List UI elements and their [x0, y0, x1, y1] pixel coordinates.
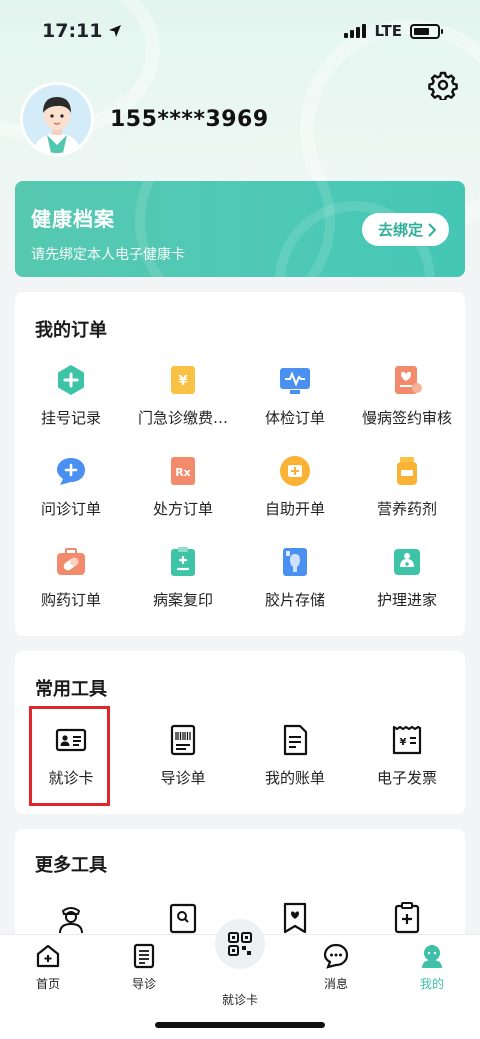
svg-text:¥: ¥: [400, 737, 407, 748]
order-item-register[interactable]: 挂号记录: [15, 363, 127, 428]
tab-messages[interactable]: 消息: [288, 943, 384, 992]
tools-title: 常用工具: [35, 679, 107, 700]
signal-icon: [344, 24, 367, 38]
chronic-icon: [390, 363, 424, 397]
tab-label: 就诊卡: [221, 993, 258, 1007]
item-label: 电子发票: [376, 769, 437, 787]
item-label: 病案复印: [152, 591, 213, 609]
svg-text:Rx: Rx: [175, 466, 191, 479]
more-tool-item-nurse[interactable]: [15, 901, 127, 935]
highlight-box: [29, 706, 110, 806]
order-item-payment[interactable]: ¥ 门急诊缴费…: [127, 363, 239, 428]
order-item-chronic[interactable]: 慢病签约审核: [351, 363, 463, 428]
order-item-nutrition[interactable]: 营养药剂: [351, 454, 463, 519]
payment-icon: ¥: [166, 363, 200, 397]
orders-title: 我的订单: [35, 320, 107, 341]
order-item-home-care[interactable]: 护理进家: [351, 545, 463, 610]
qr-scan-button[interactable]: [215, 919, 265, 969]
order-item-record-copy[interactable]: 病案复印: [127, 545, 239, 610]
svg-text:¥: ¥: [178, 374, 187, 389]
bind-button-label: 去绑定: [377, 221, 423, 239]
item-label: 护理进家: [376, 591, 437, 609]
bill-icon: [278, 723, 312, 757]
home-icon: [36, 944, 60, 968]
item-label: 胶片存储: [264, 591, 325, 609]
nutrition-icon: [390, 454, 424, 488]
prescription-icon: Rx: [166, 454, 200, 488]
bookmark-heart-icon: [278, 901, 312, 935]
tab-label: 消息: [323, 977, 348, 991]
tab-label: 我的: [419, 977, 444, 991]
item-label: 营养药剂: [376, 500, 437, 518]
order-item-prescription[interactable]: Rx 处方订单: [127, 454, 239, 519]
more-tool-item-clipboard[interactable]: [351, 901, 463, 935]
order-item-self-order[interactable]: 自助开单: [239, 454, 351, 519]
health-card-subtitle: 请先绑定本人电子健康卡: [31, 247, 185, 263]
location-arrow-icon: [109, 25, 122, 37]
medicine-icon: [54, 545, 88, 579]
status-indicators: LTE: [344, 22, 443, 40]
clipboard-plus-icon: [390, 901, 424, 935]
film-icon: [278, 545, 312, 579]
tool-item-bill[interactable]: 我的账单: [239, 723, 351, 788]
checkup-icon: [278, 363, 312, 397]
bind-card-button[interactable]: 去绑定: [361, 213, 449, 246]
tab-home[interactable]: 首页: [0, 943, 96, 992]
orders-card: 我的订单 挂号记录 ¥ 门急诊缴费… 体检订单 慢病签约审核 问诊订单 Rx 处…: [15, 292, 465, 636]
status-time: 17:11: [42, 20, 122, 42]
consult-icon: [54, 454, 88, 488]
order-item-medicine[interactable]: 购药订单: [15, 545, 127, 610]
record-copy-icon: [166, 545, 200, 579]
nurse-icon: [54, 901, 88, 935]
message-icon: [323, 943, 349, 969]
order-item-checkup[interactable]: 体检订单: [239, 363, 351, 428]
time-text: 17:11: [42, 20, 103, 42]
item-label: 挂号记录: [40, 409, 101, 427]
barcode-doc-icon: [166, 723, 200, 757]
tool-item-invoice[interactable]: ¥ 电子发票: [351, 723, 463, 788]
profile-header[interactable]: 155****3969: [20, 82, 269, 156]
invoice-icon: ¥: [390, 723, 424, 757]
home-indicator: [155, 1022, 325, 1028]
phone-number: 155****3969: [110, 106, 269, 132]
order-item-film[interactable]: 胶片存储: [239, 545, 351, 610]
status-bar: 17:11 LTE: [0, 0, 480, 62]
item-label: 问诊订单: [40, 500, 101, 518]
item-label: 自助开单: [264, 500, 325, 518]
avatar[interactable]: [20, 82, 94, 156]
profile-icon: [422, 945, 442, 968]
self-order-icon: [278, 454, 312, 488]
item-label: 门急诊缴费…: [137, 409, 228, 427]
tab-label: 导诊: [131, 977, 156, 991]
settings-gear-icon[interactable]: [428, 70, 458, 102]
item-label: 慢病签约审核: [361, 409, 452, 427]
item-label: 处方订单: [152, 500, 213, 518]
battery-icon: [410, 23, 443, 39]
register-record-icon: [54, 363, 88, 397]
more-tools-title: 更多工具: [35, 855, 107, 876]
tab-guide[interactable]: 导诊: [96, 943, 192, 992]
tab-label: 首页: [35, 977, 60, 991]
item-label: 购药订单: [40, 591, 101, 609]
guide-icon: [133, 943, 155, 969]
item-label: 我的账单: [264, 769, 325, 787]
chevron-right-icon: [428, 222, 437, 237]
network-type: LTE: [374, 22, 402, 40]
tool-item-guide-sheet[interactable]: 导诊单: [127, 723, 239, 788]
search-doc-icon: [166, 901, 200, 935]
item-label: 体检订单: [264, 409, 325, 427]
health-record-card[interactable]: 健康档案 请先绑定本人电子健康卡 去绑定: [15, 181, 465, 277]
tab-profile[interactable]: 我的: [384, 943, 480, 992]
tab-visit-card[interactable]: 就诊卡: [192, 985, 288, 1008]
item-label: 导诊单: [160, 769, 206, 787]
home-care-icon: [390, 545, 424, 579]
order-item-consult[interactable]: 问诊订单: [15, 454, 127, 519]
qr-icon: [228, 932, 252, 956]
